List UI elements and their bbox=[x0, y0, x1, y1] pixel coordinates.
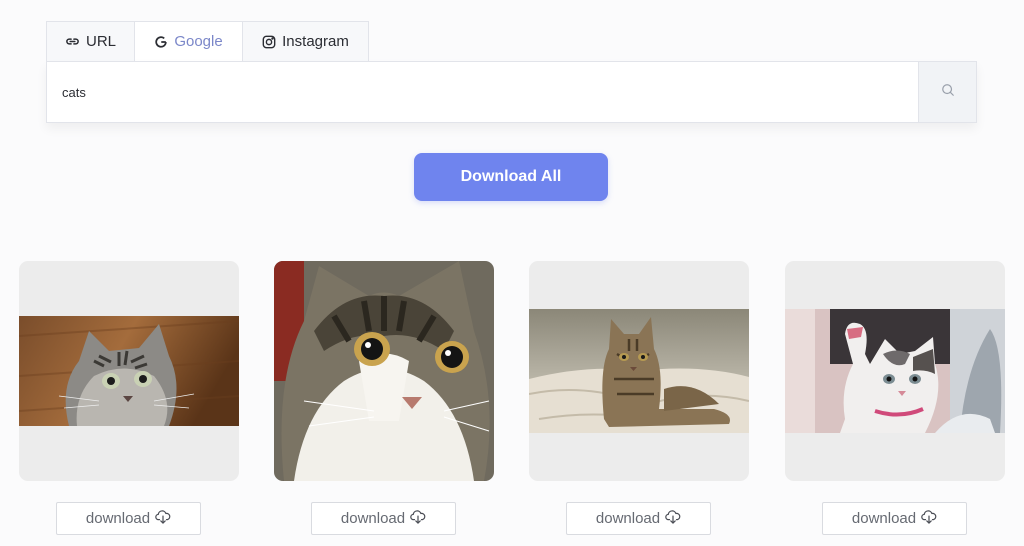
tab-url-label: URL bbox=[85, 33, 116, 50]
result-card bbox=[274, 261, 494, 481]
result-card bbox=[529, 261, 749, 481]
tab-google[interactable]: Google bbox=[134, 21, 243, 61]
link-icon bbox=[65, 34, 80, 49]
instagram-icon bbox=[262, 35, 276, 49]
download-button[interactable]: download bbox=[822, 502, 967, 535]
google-g-icon bbox=[154, 35, 168, 49]
search-input[interactable] bbox=[47, 62, 918, 122]
result-card bbox=[19, 261, 239, 481]
tab-instagram-label: Instagram bbox=[282, 33, 349, 50]
cloud-download-icon bbox=[155, 509, 171, 528]
download-label: download bbox=[595, 510, 661, 527]
result-card bbox=[785, 261, 1005, 481]
search-icon bbox=[941, 83, 955, 102]
download-label: download bbox=[85, 510, 151, 527]
cloud-download-icon bbox=[410, 509, 426, 528]
search-button[interactable] bbox=[918, 62, 976, 122]
search-bar bbox=[46, 61, 977, 123]
download-button[interactable]: download bbox=[311, 502, 456, 535]
download-label: download bbox=[340, 510, 406, 527]
tab-instagram[interactable]: Instagram bbox=[242, 21, 369, 61]
tab-url[interactable]: URL bbox=[46, 21, 135, 61]
result-image[interactable] bbox=[529, 309, 749, 433]
source-tabs: URL Google Instagram bbox=[46, 21, 369, 61]
download-button[interactable]: download bbox=[566, 502, 711, 535]
cloud-download-icon bbox=[665, 509, 681, 528]
download-all-button[interactable]: Download All bbox=[414, 153, 608, 201]
result-image[interactable] bbox=[19, 316, 239, 426]
tab-google-label: Google bbox=[174, 33, 223, 50]
download-button[interactable]: download bbox=[56, 502, 201, 535]
result-image[interactable] bbox=[274, 261, 494, 481]
result-image[interactable] bbox=[785, 309, 1005, 433]
cloud-download-icon bbox=[921, 509, 937, 528]
download-label: download bbox=[851, 510, 917, 527]
